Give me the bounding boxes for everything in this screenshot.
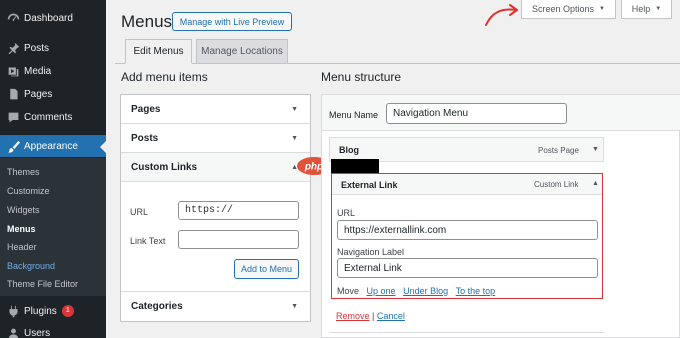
menu-item-url-input[interactable]: https://externallink.com bbox=[337, 220, 598, 240]
custom-url-input[interactable]: https:// bbox=[178, 201, 299, 220]
triangle-down-icon: ▼ bbox=[291, 134, 298, 142]
sidebar-item-pages[interactable]: Pages bbox=[0, 83, 106, 105]
separator: | bbox=[372, 311, 375, 321]
caret-down-icon: ▼ bbox=[655, 5, 662, 12]
submenu-item-background[interactable]: Background bbox=[7, 261, 55, 271]
screen-options-label: Screen Options bbox=[532, 3, 595, 14]
move-row: Move Up one Under Blog To the top bbox=[337, 286, 495, 296]
item-controls: Remove | Cancel bbox=[336, 311, 405, 321]
triangle-down-icon: ▼ bbox=[291, 105, 298, 113]
menu-structure-heading: Menu structure bbox=[321, 70, 402, 84]
sidebar-item-label: Media bbox=[24, 65, 52, 77]
menu-item-external-link: External Link Custom Link ▲ URL https://… bbox=[331, 173, 603, 299]
page-icon bbox=[6, 87, 20, 101]
add-menu-items-heading: Add menu items bbox=[121, 70, 208, 84]
link-text-input[interactable] bbox=[178, 230, 299, 249]
page-title: Menus bbox=[121, 12, 173, 31]
triangle-up-icon: ▲ bbox=[592, 180, 599, 187]
media-icon bbox=[6, 64, 20, 78]
add-menu-items-panel: Pages ▼ Posts ▼ Custom Links ▲ URL https… bbox=[120, 94, 311, 322]
cancel-link[interactable]: Cancel bbox=[377, 311, 405, 321]
accordion-pages[interactable]: Pages ▼ bbox=[121, 95, 310, 124]
item-divider bbox=[329, 332, 604, 333]
menu-name-label: Menu Name bbox=[329, 110, 379, 120]
help-label: Help bbox=[631, 3, 651, 14]
tab-edit-menus[interactable]: Edit Menus bbox=[125, 39, 192, 64]
users-icon bbox=[6, 326, 20, 338]
pin-icon bbox=[6, 41, 20, 55]
submenu-item-menus[interactable]: Menus bbox=[7, 224, 36, 234]
triangle-down-icon: ▼ bbox=[291, 302, 298, 310]
comment-icon bbox=[6, 110, 20, 124]
move-under-blog-link[interactable]: Under Blog bbox=[403, 286, 448, 296]
sidebar-item-posts[interactable]: Posts bbox=[0, 37, 106, 59]
submenu-item-widgets[interactable]: Widgets bbox=[7, 205, 40, 215]
menu-item-title: External Link bbox=[341, 180, 398, 190]
submenu-item-theme-file-editor[interactable]: Theme File Editor bbox=[7, 279, 78, 289]
accordion-pages-label: Pages bbox=[131, 103, 161, 115]
sidebar-item-label: Pages bbox=[24, 88, 53, 100]
caret-down-icon: ▼ bbox=[599, 5, 605, 12]
accordion-custom-links[interactable]: Custom Links ▲ bbox=[121, 153, 310, 182]
submenu-item-header[interactable]: Header bbox=[7, 242, 37, 252]
add-to-menu-button[interactable]: Add to Menu bbox=[234, 259, 299, 279]
sidebar-item-users[interactable]: Users bbox=[0, 322, 106, 338]
sidebar-item-media[interactable]: Media bbox=[0, 60, 106, 82]
admin-sidebar: Dashboard Posts Media Pages Comments App… bbox=[0, 0, 106, 338]
submenu-item-customize[interactable]: Customize bbox=[7, 186, 50, 196]
move-label: Move bbox=[337, 286, 360, 296]
sidebar-item-label: Users bbox=[24, 327, 51, 338]
dashboard-icon bbox=[6, 11, 20, 25]
menu-item-type: Posts Page bbox=[538, 146, 579, 155]
sidebar-item-label: Plugins bbox=[24, 305, 57, 317]
triangle-down-icon: ▼ bbox=[592, 146, 599, 153]
accordion-categories[interactable]: Categories ▼ bbox=[121, 291, 310, 320]
accordion-categories-label: Categories bbox=[131, 300, 183, 312]
tab-manage-locations[interactable]: Manage Locations bbox=[196, 39, 288, 64]
annotation-arrow bbox=[485, 4, 518, 26]
accordion-posts[interactable]: Posts ▼ bbox=[121, 124, 310, 153]
screen-options-button[interactable]: Screen Options ▼ bbox=[521, 0, 616, 19]
sidebar-item-plugins[interactable]: Plugins 1 bbox=[0, 300, 106, 322]
menu-item-type: Custom Link bbox=[534, 180, 579, 189]
menu-item-title: Blog bbox=[339, 145, 359, 155]
help-button[interactable]: Help ▼ bbox=[621, 0, 672, 19]
sidebar-item-dashboard[interactable]: Dashboard bbox=[0, 7, 106, 29]
sidebar-item-label: Posts bbox=[24, 42, 50, 54]
brush-icon bbox=[6, 139, 20, 153]
link-text-label: Link Text bbox=[130, 236, 166, 246]
manage-live-preview-button[interactable]: Manage with Live Preview bbox=[172, 12, 292, 31]
redaction-box bbox=[331, 159, 379, 173]
sidebar-item-appearance[interactable]: Appearance bbox=[0, 135, 106, 157]
move-to-top-link[interactable]: To the top bbox=[456, 286, 496, 296]
move-up-one-link[interactable]: Up one bbox=[367, 286, 396, 296]
url-label: URL bbox=[337, 208, 356, 218]
accordion-posts-label: Posts bbox=[131, 132, 159, 144]
sidebar-item-comments[interactable]: Comments bbox=[0, 106, 106, 128]
sidebar-item-label: Comments bbox=[24, 111, 73, 123]
update-count-badge: 1 bbox=[61, 305, 74, 317]
menu-name-bar: Menu Name Navigation Menu bbox=[322, 95, 680, 131]
url-label: URL bbox=[130, 207, 149, 217]
navigation-label-label: Navigation Label bbox=[337, 247, 405, 257]
menu-item-handle[interactable]: External Link Custom Link ▲ bbox=[332, 174, 602, 195]
accordion-custom-links-label: Custom Links bbox=[131, 161, 198, 173]
menu-name-input[interactable]: Navigation Menu bbox=[386, 103, 567, 124]
remove-link[interactable]: Remove bbox=[336, 311, 370, 321]
navigation-label-input[interactable]: External Link bbox=[337, 258, 598, 278]
submenu-item-themes[interactable]: Themes bbox=[7, 167, 40, 177]
sidebar-item-label: Dashboard bbox=[24, 12, 73, 24]
sidebar-item-label: Appearance bbox=[24, 140, 78, 152]
plugin-icon bbox=[6, 304, 20, 318]
appearance-submenu: Themes Customize Widgets Menus Header Ba… bbox=[0, 158, 106, 296]
